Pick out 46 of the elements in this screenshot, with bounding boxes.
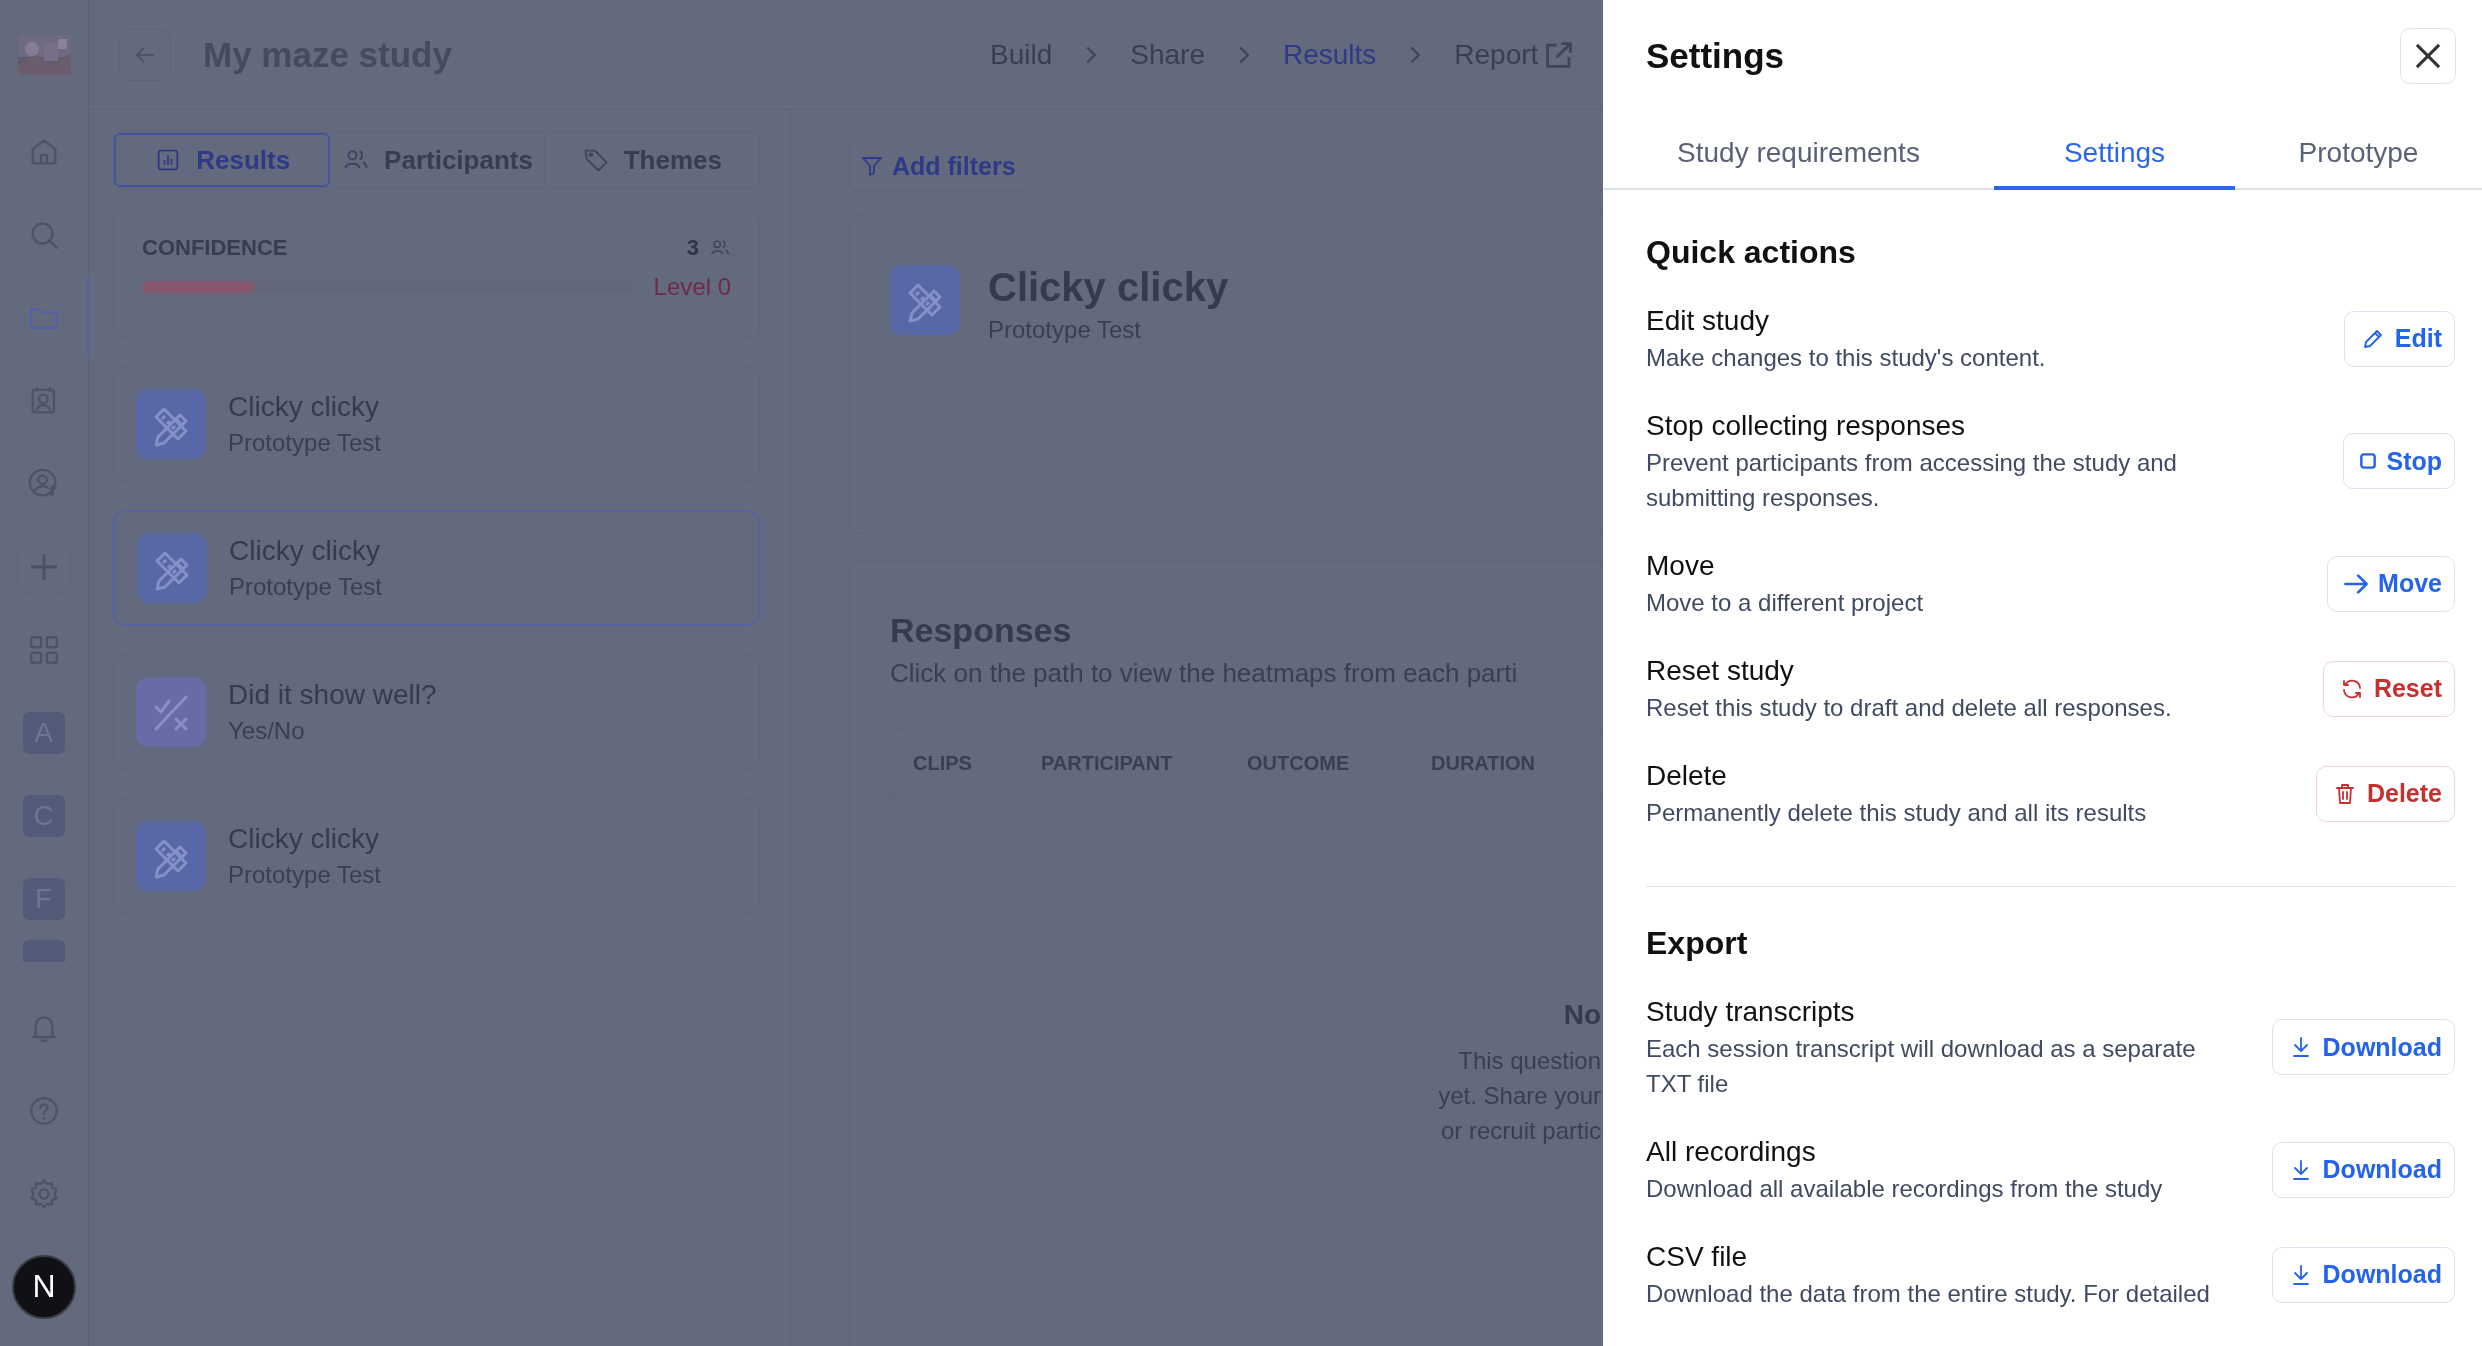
setting-description: Reset this study to draft and delete all responses.	[1646, 693, 2172, 723]
download-button[interactable]: Download	[2271, 1141, 2455, 1198]
setting-title: CSV file	[1646, 1240, 1749, 1274]
section-heading: Quick actions	[1646, 233, 1857, 272]
filter-icon	[860, 154, 884, 178]
setting-description: Download the data from the entire study. For detailed	[1646, 1279, 2210, 1309]
chevron-icon	[1238, 45, 1249, 64]
close-button[interactable]	[2400, 28, 2456, 84]
setting-title: Stop collecting responses	[1646, 409, 1967, 443]
move-button[interactable]: Move	[2327, 555, 2455, 612]
section-heading: Export	[1646, 924, 1749, 963]
stop-button[interactable]: Stop	[2343, 433, 2455, 489]
download-button[interactable]: Download	[2271, 1246, 2455, 1303]
confidence-reading: Level 0	[653, 273, 731, 301]
arrow-right-icon	[2344, 571, 2369, 596]
edit-button[interactable]: Edit	[2343, 310, 2455, 367]
setting-description: Permanently delete this study and all its results	[1646, 798, 2147, 828]
chevron-icon	[1410, 45, 1421, 64]
pencil-ruler-icon	[137, 533, 207, 603]
pencil-ruler-icon	[136, 821, 206, 891]
setting-description: Each session transcript will download as a separate TXT file	[1646, 1034, 2197, 1099]
delete-button[interactable]: Delete	[2315, 765, 2455, 822]
setting-description: Prevent participants from accessing the study and submitting responses.	[1646, 448, 2178, 513]
settings-tab[interactable]: Study requirements	[1603, 120, 1994, 190]
pencil-ruler-icon	[890, 265, 960, 335]
setting-description: Download all available recordings from the study	[1646, 1174, 2163, 1204]
settings-tab[interactable]: Settings	[1994, 120, 2235, 190]
reset-button[interactable]: Reset	[2322, 660, 2455, 717]
close-icon	[2415, 43, 2441, 69]
setting-title: Edit study	[1646, 304, 1770, 338]
square-icon	[2360, 453, 2377, 469]
setting-description: Make changes to this study's content.	[1646, 343, 2046, 373]
download-button[interactable]: Download	[2271, 1019, 2455, 1075]
check-cross-icon	[136, 677, 206, 747]
chevron-icon	[1086, 45, 1097, 64]
settings-tab[interactable]: Prototype	[2235, 120, 2482, 190]
drawer-title: Settings	[1646, 36, 1785, 76]
avatar[interactable]: N	[12, 1254, 76, 1319]
setting-description: Move to a different project	[1646, 588, 1924, 618]
participant-count: 3	[686, 235, 699, 261]
setting-title: Delete	[1646, 759, 1728, 793]
pencil-ruler-icon	[136, 389, 206, 459]
setting-title: Reset study	[1646, 654, 1795, 688]
setting-title: Move	[1646, 549, 1716, 583]
setting-title: Study transcripts	[1646, 995, 1856, 1029]
setting-title: All recordings	[1646, 1135, 1817, 1169]
